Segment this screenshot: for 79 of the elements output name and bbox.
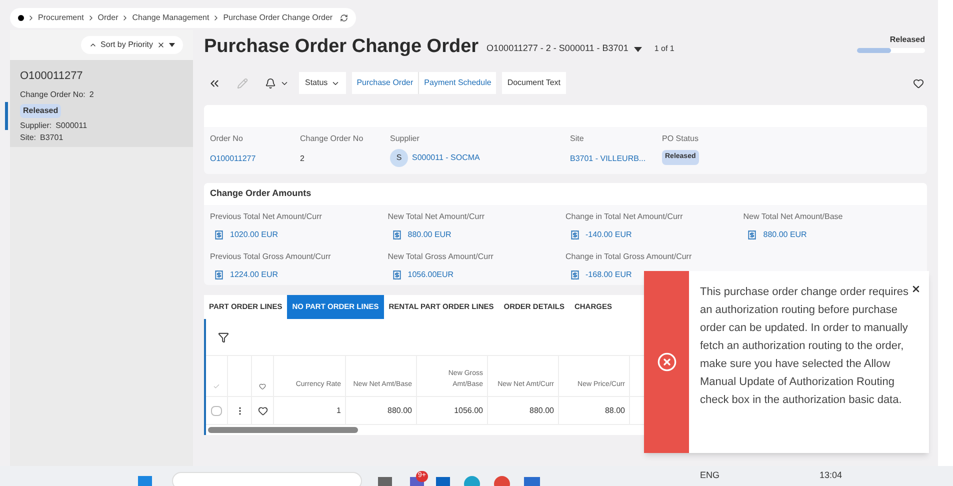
document-text-button[interactable]: Document Text bbox=[502, 72, 566, 94]
field-value: B3701 bbox=[40, 132, 64, 144]
document-icon bbox=[570, 270, 580, 280]
table-cell: 88.00 bbox=[604, 404, 625, 416]
close-icon[interactable] bbox=[157, 41, 165, 49]
amount-link[interactable]: -168.00 EUR bbox=[586, 269, 632, 281]
order-number: O100011277 bbox=[20, 69, 84, 84]
amount-link[interactable]: -140.00 EUR bbox=[586, 229, 632, 241]
table-cell: 880.00 bbox=[530, 404, 554, 416]
field-label: Previous Total Gross Amount/Curr bbox=[210, 251, 332, 263]
chevron-right-icon bbox=[27, 14, 35, 22]
record-count: 1 of 1 bbox=[654, 43, 674, 55]
amount-link[interactable]: 1020.00 EUR bbox=[230, 229, 278, 241]
row-checkbox[interactable] bbox=[211, 406, 222, 416]
selection-bar bbox=[5, 102, 8, 130]
error-icon bbox=[656, 352, 676, 372]
amount-link[interactable]: 1224.00 EUR bbox=[230, 269, 278, 281]
page-title: Purchase Order Change Order bbox=[204, 34, 479, 59]
field-label: Supplier bbox=[390, 133, 420, 145]
breadcrumb-link[interactable]: Procurement bbox=[38, 12, 84, 24]
toast-message: This purchase order change order requires an authorization routing before purchase order can be updated. In order to manually fetch an authorization routing to the order, make sure you have selected the Allow Manual Update of Authorization Routing check box in the authorization basic data. bbox=[700, 285, 910, 408]
status-button[interactable]: Status bbox=[299, 72, 346, 94]
search-field[interactable] bbox=[172, 472, 362, 486]
field-label: Change Order No bbox=[300, 133, 364, 145]
field-label: Change in Total Net Amount/Curr bbox=[566, 211, 684, 223]
field-label: Supplier: bbox=[20, 120, 52, 132]
heart-icon[interactable] bbox=[913, 78, 924, 88]
status-badge: Released bbox=[20, 104, 62, 118]
field-label: New Total Net Amount/Base bbox=[743, 211, 844, 223]
nav-link[interactable]: Purchase Order bbox=[352, 72, 418, 94]
field-label: New Total Gross Amount/Curr bbox=[388, 251, 494, 263]
field-label: PO Status bbox=[662, 133, 700, 145]
field-value: S000011 bbox=[56, 120, 88, 132]
field-link[interactable]: B3701 - VILLEURB... bbox=[570, 153, 662, 165]
amount-link[interactable]: 880.00 EUR bbox=[408, 229, 452, 241]
table-cell: 1 bbox=[336, 404, 341, 416]
sort-control[interactable]: Sort by Priority bbox=[80, 36, 183, 54]
filter-icon[interactable] bbox=[218, 332, 229, 342]
heart-icon bbox=[259, 383, 266, 390]
document-icon bbox=[214, 230, 224, 240]
breadcrumb-link[interactable]: Order bbox=[98, 12, 118, 24]
breadcrumb-link[interactable]: Change Management bbox=[132, 12, 210, 24]
field-value: 2 bbox=[89, 88, 94, 100]
field-label: Site: bbox=[20, 132, 36, 144]
section-title: Change Order Amounts bbox=[210, 187, 312, 200]
record-selector[interactable]: O100011277 - 2 - S000011 - B3701 bbox=[486, 42, 642, 56]
clock[interactable]: 13:04 bbox=[820, 469, 842, 482]
field-value: 2 bbox=[300, 153, 306, 165]
chevron-up-icon bbox=[88, 41, 97, 49]
bell-icon[interactable] bbox=[265, 78, 276, 88]
document-icon bbox=[392, 270, 402, 280]
status-label: Released bbox=[890, 34, 925, 46]
document-icon bbox=[214, 270, 224, 280]
table-cell: 880.00 bbox=[388, 404, 412, 416]
breadcrumb-link[interactable]: Purchase Order Change Order bbox=[223, 12, 333, 24]
field-label: Site bbox=[570, 133, 585, 145]
nav-link[interactable]: Payment Schedule bbox=[418, 72, 496, 94]
field-label: Change Order No: bbox=[20, 88, 86, 100]
document-icon bbox=[747, 230, 758, 240]
refresh-icon[interactable] bbox=[340, 14, 348, 22]
field-link[interactable]: S000011 - SOCMA bbox=[412, 152, 480, 164]
field-label: Previous Total Net Amount/Curr bbox=[210, 211, 323, 223]
table-cell: 1056.00 bbox=[454, 404, 483, 416]
caret-icon[interactable] bbox=[169, 43, 175, 47]
language-indicator[interactable]: ENG bbox=[700, 469, 720, 482]
document-icon bbox=[392, 230, 402, 240]
document-icon bbox=[570, 230, 580, 240]
close-icon[interactable] bbox=[911, 284, 921, 294]
field-link[interactable]: O100011277 bbox=[210, 153, 300, 165]
amount-link[interactable]: 880.00 EUR bbox=[763, 229, 807, 241]
sort-label: Sort by Priority bbox=[100, 39, 153, 51]
field-label: Change in Total Gross Amount/Curr bbox=[566, 251, 693, 263]
amount-link[interactable]: 1056.00EUR bbox=[408, 269, 454, 281]
heart-icon[interactable] bbox=[258, 406, 268, 416]
scrollbar-thumb[interactable] bbox=[208, 427, 358, 433]
field-label: Order No bbox=[210, 133, 244, 145]
caret-icon[interactable] bbox=[634, 46, 642, 52]
check-icon[interactable] bbox=[213, 383, 220, 390]
field-label: New Total Net Amount/Curr bbox=[388, 211, 486, 223]
